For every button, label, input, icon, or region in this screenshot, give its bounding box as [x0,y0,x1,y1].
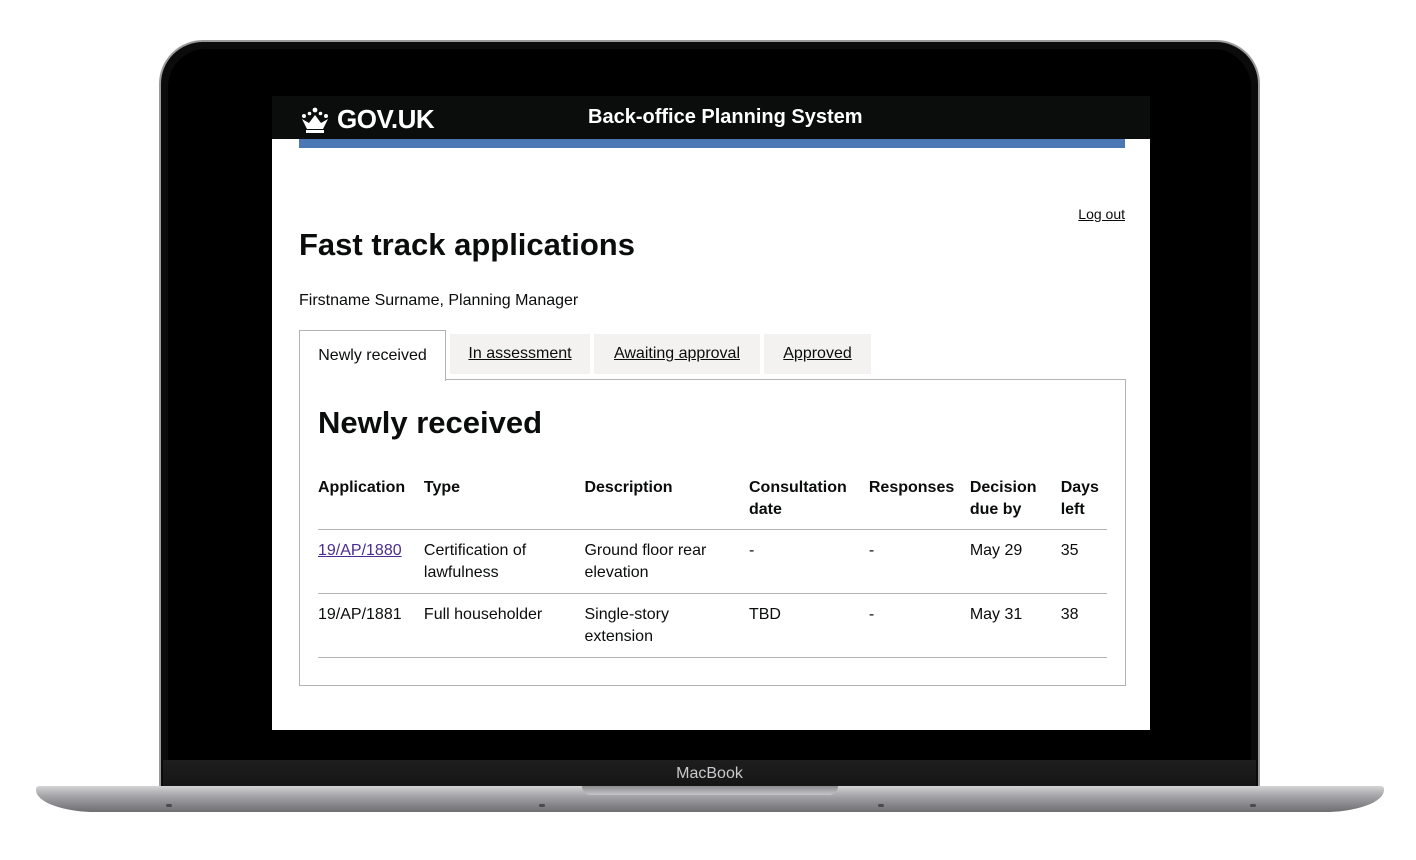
tab-awaiting-approval[interactable]: Awaiting approval [594,334,760,374]
cell-days-left: 35 [1060,529,1107,594]
column-header-consultation-date: Consultation date [748,477,869,530]
tab-in-assessment[interactable]: In assessment [450,334,590,374]
table-row: 19/AP/1880 Certification of lawfulness G… [318,529,1107,594]
log-out-link[interactable]: Log out [1078,206,1125,222]
tab-panel-newly-received: Newly received Application Type Descript… [299,379,1126,686]
cell-days-left: 38 [1060,593,1107,658]
laptop-foot [1250,804,1256,807]
page-title: Fast track applications [299,227,635,262]
laptop-base [36,786,1384,812]
cell-decision-due-by: May 31 [969,593,1061,658]
cell-consultation-date: TBD [748,593,869,658]
laptop-foot [878,804,884,807]
cell-description: Ground floor rear elevation [584,529,749,594]
laptop-foot [166,804,172,807]
govuk-header: GOV.UK Back-office Planning System [272,96,1150,139]
laptop-foot [539,804,545,807]
column-header-type: Type [423,477,585,530]
cell-type: Full householder [423,593,585,658]
column-header-responses: Responses [868,477,970,530]
application-link[interactable]: 19/AP/1880 [318,542,402,559]
govuk-logo-link[interactable]: GOV.UK [299,104,435,135]
service-name-link[interactable]: Back-office Planning System [588,106,863,129]
web-page: GOV.UK Back-office Planning System Log o… [272,96,1150,730]
laptop-screen: GOV.UK Back-office Planning System Log o… [204,96,1218,730]
column-header-decision-due-by: Decision due by [969,477,1061,530]
cell-decision-due-by: May 29 [969,529,1061,594]
table-header-row: Application Type Description Consultatio… [318,477,1107,530]
tab-newly-received[interactable]: Newly received [299,330,446,381]
cell-description: Single-story extension [584,593,749,658]
table-row: 19/AP/1881 Full householder Single-story… [318,593,1107,658]
cell-application: 19/AP/1881 [318,593,424,658]
header-blue-bar [299,139,1125,148]
applications-table: Application Type Description Consultatio… [318,477,1107,658]
laptop-hinge-notch [582,786,838,795]
cell-responses: - [868,593,970,658]
tab-approved[interactable]: Approved [764,334,871,374]
cell-type: Certification of lawfulness [423,529,585,594]
crown-icon [302,107,328,133]
column-header-description: Description [584,477,749,530]
govuk-logo-text: GOV.UK [337,104,435,134]
cell-consultation-date: - [748,529,869,594]
panel-heading: Newly received [318,405,543,440]
laptop-model-label: MacBook [676,765,743,782]
column-header-application: Application [318,477,424,530]
column-header-days-left: Days left [1060,477,1107,530]
cell-application: 19/AP/1880 [318,529,424,594]
user-name-role: Firstname Surname, Planning Manager [299,292,579,309]
cell-responses: - [868,529,970,594]
